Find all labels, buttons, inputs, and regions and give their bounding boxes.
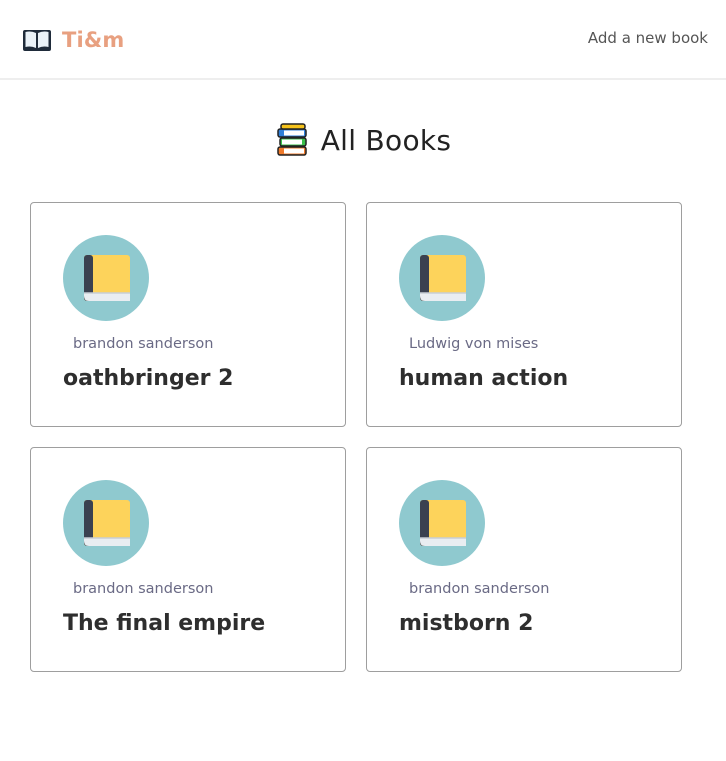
books-stack-icon (276, 123, 307, 156)
book-icon (399, 235, 485, 321)
book-card[interactable]: Ludwig von mises human action (366, 202, 682, 427)
book-card[interactable]: brandon sanderson oathbringer 2 (30, 202, 346, 427)
page-title: All Books (320, 123, 452, 157)
brand-name: Ti&m (62, 28, 125, 52)
page-heading: All Books (0, 120, 726, 160)
book-cover (63, 235, 149, 321)
book-icon (63, 480, 149, 566)
navbar: Ti&m Add a new book (0, 0, 726, 80)
book-card[interactable]: brandon sanderson The final empire (30, 447, 346, 672)
book-card[interactable]: brandon sanderson mistborn 2 (366, 447, 682, 672)
open-book-icon (23, 30, 51, 51)
book-author: brandon sanderson (409, 581, 550, 597)
book-title[interactable]: human action (399, 366, 568, 391)
brand-link[interactable]: Ti&m (22, 26, 125, 54)
book-author: Ludwig von mises (409, 336, 539, 352)
book-grid: brandon sanderson oathbringer 2 Ludwig v… (30, 202, 682, 672)
book-title[interactable]: oathbringer 2 (63, 366, 233, 391)
book-title[interactable]: The final empire (63, 611, 265, 636)
book-cover (399, 235, 485, 321)
book-icon (399, 480, 485, 566)
book-cover (399, 480, 485, 566)
add-book-link[interactable]: Add a new book (588, 29, 708, 47)
book-author: brandon sanderson (73, 581, 214, 597)
book-author: brandon sanderson (73, 336, 214, 352)
book-title[interactable]: mistborn 2 (399, 611, 533, 636)
book-icon (63, 235, 149, 321)
book-cover (63, 480, 149, 566)
